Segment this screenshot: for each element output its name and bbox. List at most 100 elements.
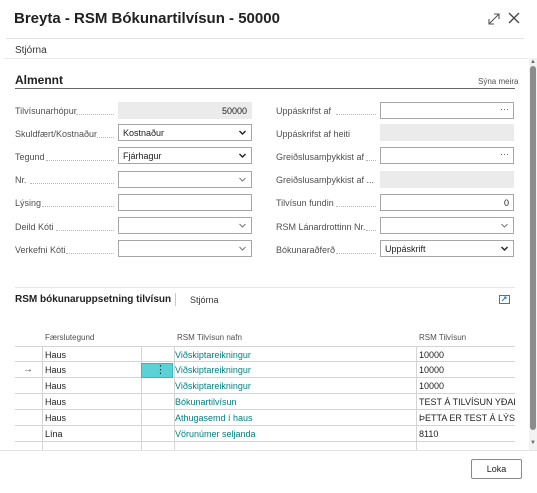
reference-group-field: 50000: [118, 102, 252, 119]
chevron-down-icon: [239, 177, 246, 182]
show-more-link[interactable]: Sýna meira: [478, 77, 518, 86]
cell-reference: ÞETTA ER TEST Á LÝSIN...: [419, 413, 515, 423]
field-leader: [66, 253, 114, 254]
field-label-reference-group: Tilvísunarhópur: [15, 106, 77, 116]
field-label-payment-approved-by: Greiðslusamþykkist af: [276, 152, 365, 162]
ellipsis-icon[interactable]: ···: [500, 104, 509, 114]
column-header-entry-type[interactable]: Færslutegund: [45, 333, 94, 342]
payment-approved-by-lookup[interactable]: ···: [380, 147, 514, 164]
field-label-project: Verkefni Kóti: [15, 245, 66, 255]
field-leader: [336, 253, 376, 254]
cell-reference-name[interactable]: Viðskiptareikningur: [175, 362, 251, 378]
table-row[interactable]: Haus Athugasemd í haus ÞETTA ER TEST Á L…: [15, 410, 515, 426]
edit-dialog: Breyta - RSM Bókunartilvísun - 50000 Stj…: [0, 0, 537, 493]
cell-entry-type: Haus: [45, 413, 67, 423]
payment-approved-by-name-field: [380, 171, 514, 188]
field-label-number: Nr.: [15, 175, 27, 185]
field-label-type: Tegund: [15, 152, 45, 162]
field-leader: [30, 183, 114, 184]
cell-reference: 10000: [419, 365, 445, 375]
department-dropdown[interactable]: [118, 217, 252, 234]
cell-reference: 10000: [419, 350, 445, 360]
scrollbar-thumb[interactable]: [530, 66, 536, 430]
cell-entry-type: Haus: [45, 397, 67, 407]
cell-reference-name[interactable]: Viðskiptareikningur: [175, 378, 251, 394]
field-leader: [97, 137, 114, 138]
type-value: Fjárhagur: [123, 151, 162, 161]
field-leader: [46, 160, 114, 161]
approved-by-name-field: [380, 124, 514, 141]
field-leader: [56, 230, 114, 231]
general-section-title[interactable]: Almennt: [15, 73, 63, 87]
field-label-department: Deild Kóti: [15, 222, 54, 232]
column-header-reference-name[interactable]: RSM Tilvísun nafn: [177, 333, 242, 342]
field-label-debit-cost: Skuldfært/Kostnaður: [15, 129, 98, 139]
chevron-down-icon: [501, 223, 508, 228]
cell-entry-type: Haus: [45, 381, 67, 391]
chevron-down-icon: [239, 223, 246, 228]
field-label-vendor-no: RSM Lánardrottinn Nr.: [276, 222, 366, 232]
close-icon[interactable]: [507, 11, 521, 25]
title-divider: [6, 38, 524, 39]
lines-divider: [15, 287, 515, 288]
cell-reference-name[interactable]: Viðskiptareikningur: [175, 347, 251, 363]
manage-action[interactable]: Stjórna: [15, 45, 47, 56]
section-divider: [15, 88, 515, 89]
cell-reference-name[interactable]: Athugasemd í haus: [175, 410, 253, 426]
close-button[interactable]: Loka: [471, 459, 522, 479]
scroll-up-icon[interactable]: ▲: [530, 59, 536, 65]
scroll-down-icon[interactable]: ▼: [530, 440, 536, 446]
title-bar: Breyta - RSM Bókunartilvísun - 50000: [0, 0, 537, 38]
lines-manage-action[interactable]: Stjórna: [190, 295, 219, 305]
table-row[interactable]: Haus Viðskiptareikningur 10000: [15, 378, 515, 394]
field-label-reference-found: Tilvísun fundin: [276, 198, 334, 208]
column-header-reference[interactable]: RSM Tilvísun: [419, 333, 466, 342]
field-label-payment-approved-by-name: Greiðslusamþykkist af ...: [276, 175, 375, 185]
chevron-down-icon: [239, 246, 246, 251]
cell-reference-name[interactable]: Vörunúmer seljanda: [175, 426, 256, 442]
chevron-down-icon: [501, 246, 508, 251]
footer-divider: [0, 450, 537, 451]
row-menu-icon: ⋮: [155, 364, 166, 376]
lines-title: RSM bókunaruppsetning tilvísun: [15, 294, 172, 305]
dialog-title: Breyta - RSM Bókunartilvísun - 50000: [14, 10, 280, 27]
ellipsis-icon[interactable]: ···: [500, 149, 509, 159]
field-label-approved-by: Uppáskrifst af: [276, 106, 332, 116]
cell-reference-name[interactable]: Bókunartilvísun: [175, 394, 237, 410]
field-label-posting-method: Bókunaraðferð: [276, 245, 336, 255]
reference-found-value: 0: [503, 198, 509, 208]
field-leader: [336, 114, 376, 115]
lines-separator: [175, 293, 176, 306]
row-arrow-icon: →: [23, 364, 33, 375]
posting-method-select[interactable]: Uppáskrift: [380, 240, 514, 257]
cell-entry-type: Haus: [45, 350, 67, 360]
posting-method-value: Uppáskrift: [385, 244, 426, 254]
number-dropdown[interactable]: [118, 171, 252, 188]
table-row[interactable]: Haus Bókunartilvísun TEST Á TILVÍSUN YÐA…: [15, 394, 515, 410]
cell-reference: 10000: [419, 381, 445, 391]
cell-entry-type: Lína: [45, 429, 63, 439]
table-row[interactable]: Lína Vörunúmer seljanda 8110: [15, 426, 515, 442]
approved-by-lookup[interactable]: ···: [380, 102, 514, 119]
cell-reference: 8110: [419, 429, 439, 439]
field-leader: [76, 114, 114, 115]
field-label-description: Lýsing: [15, 198, 42, 208]
expand-icon[interactable]: [487, 12, 501, 26]
table-row-selected[interactable]: → Haus ⋮ Viðskiptareikningur 10000: [15, 362, 515, 378]
reference-group-value: 50000: [221, 106, 247, 116]
share-icon[interactable]: [499, 294, 510, 304]
description-input[interactable]: [118, 194, 252, 211]
project-dropdown[interactable]: [118, 240, 252, 257]
field-leader: [336, 206, 376, 207]
debit-cost-value: Kostnaður: [123, 128, 165, 138]
type-select[interactable]: Fjárhagur: [118, 147, 252, 164]
debit-cost-select[interactable]: Kostnaður: [118, 124, 252, 141]
field-label-approved-by-name: Uppáskrifst af heiti: [276, 129, 351, 139]
table-row[interactable]: Haus Viðskiptareikningur 10000: [15, 346, 515, 362]
vendor-no-dropdown[interactable]: [380, 217, 514, 234]
row-menu-button[interactable]: ⋮: [141, 363, 173, 378]
cell-entry-type: Haus: [45, 365, 67, 375]
field-leader: [42, 206, 114, 207]
reference-found-field[interactable]: 0: [380, 194, 514, 211]
chevron-down-icon: [239, 153, 246, 158]
